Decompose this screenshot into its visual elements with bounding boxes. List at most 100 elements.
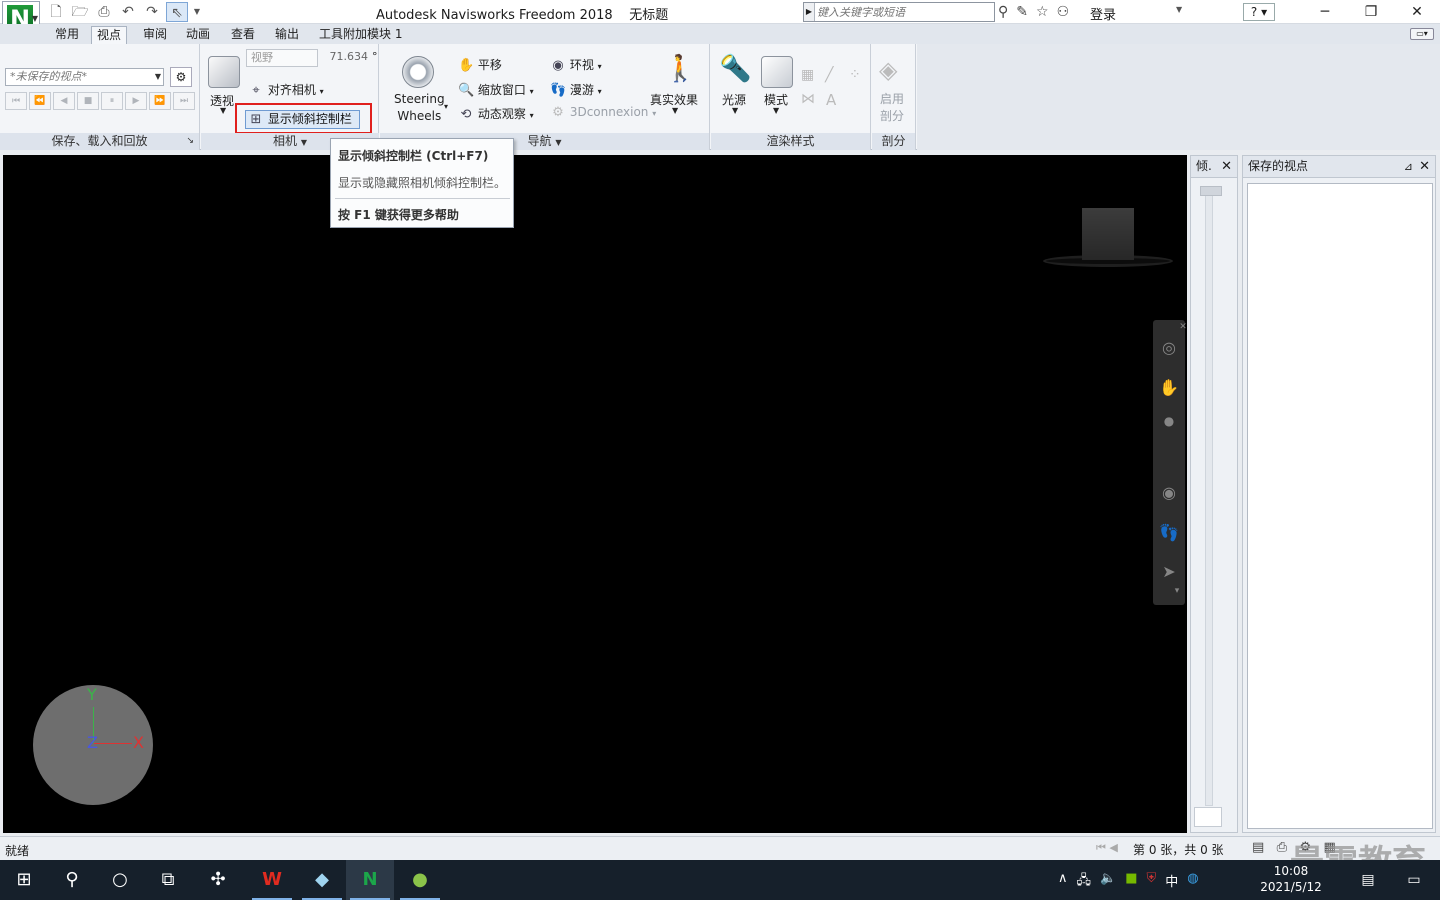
snap-points-icon[interactable]: ⋈ [801, 91, 815, 107]
pin-icon[interactable]: ⊿ [1404, 156, 1413, 177]
pan-hand-icon[interactable]: ✋ [1159, 378, 1179, 397]
binoculars-icon[interactable]: ⚲ [998, 3, 1008, 21]
render-mode-cube-icon[interactable] [761, 56, 793, 88]
redo-icon[interactable]: ↷ [142, 2, 162, 22]
tab-home[interactable]: 常用 [50, 26, 84, 44]
user-icon[interactable]: ⚇ [1057, 3, 1070, 21]
viewpoint-combo[interactable]: *未保存的视点* ▼ [5, 68, 164, 86]
communication-icon[interactable]: ✎ [1016, 3, 1028, 21]
lighting-dropdown-icon[interactable]: ▼ [732, 106, 738, 115]
login-dropdown-icon[interactable]: ▼ [1176, 5, 1182, 14]
pause-icon[interactable]: ⏸ [101, 92, 123, 110]
3d-viewport[interactable]: ✕ ◎ ✋ ● ◉ 👣 ➤ ▾ Y X Z [3, 155, 1187, 833]
last-frame-icon[interactable]: ⏭ [173, 92, 195, 110]
tilt-slider-thumb[interactable] [1200, 186, 1222, 196]
security-shield-icon[interactable]: ⛨ [1147, 871, 1157, 893]
render-mode-dropdown-icon[interactable]: ▼ [773, 106, 779, 115]
perspective-dropdown-icon[interactable]: ▼ [220, 106, 226, 115]
human-figure-icon[interactable]: 🚶 [664, 54, 696, 84]
login-link[interactable]: 登录 [1090, 4, 1116, 23]
points-icon[interactable]: ⁘ [849, 67, 861, 83]
step-forward-icon[interactable]: ⏩ [149, 92, 171, 110]
tab-animation[interactable]: 动画 [181, 26, 215, 44]
look-around-button[interactable]: ◉ 环视 ▾ [550, 56, 601, 73]
tab-review[interactable]: 审阅 [138, 26, 172, 44]
new-file-icon[interactable]: 🗋 [46, 2, 66, 22]
walk-button[interactable]: 👣 漫游 ▾ [550, 81, 602, 98]
align-camera-button[interactable]: ⌖ 对齐相机 ▾ [248, 81, 323, 98]
show-tilt-bar-button[interactable]: ⊞ 显示倾斜控制栏 [245, 110, 360, 129]
windows-start-icon[interactable]: ⊞ [0, 860, 48, 900]
close-icon[interactable]: ✕ [1419, 156, 1430, 177]
step-back-icon[interactable]: ⏪ [29, 92, 51, 110]
section-plane-icon[interactable]: ◈ [879, 56, 897, 84]
steering-dropdown-icon[interactable]: ▾ [444, 102, 448, 111]
action-center-icon[interactable]: ▭ [1390, 860, 1438, 900]
nvidia-icon[interactable]: ■ [1125, 871, 1137, 893]
walk-footprints-icon[interactable]: 👣 [1159, 523, 1179, 542]
help-button[interactable]: ? ▾ [1243, 3, 1275, 21]
volume-icon[interactable]: 🔈 [1100, 871, 1116, 893]
play-reverse-icon[interactable]: ◀ [53, 92, 75, 110]
task-view-icon[interactable]: ⧉ [144, 860, 192, 900]
pan-button[interactable]: ✋ 平移 [458, 56, 502, 73]
qat-dropdown-icon[interactable]: ▼ [192, 2, 202, 22]
fov-value-input[interactable]: 71.634 [322, 49, 369, 67]
system-clock[interactable]: 10:08 2021/5/12 [1258, 863, 1324, 895]
qq-icon[interactable]: ◍ [1187, 871, 1198, 893]
dialog-launcher-icon[interactable]: ↘ [186, 133, 194, 150]
stop-icon[interactable]: ■ [77, 92, 99, 110]
tab-view[interactable]: 查看 [226, 26, 260, 44]
tilt-slider-track[interactable] [1205, 186, 1213, 806]
zoom-window-button[interactable]: 🔍 缩放窗口 ▾ [458, 81, 534, 98]
orbit-button[interactable]: ⟲ 动态观察 ▾ [458, 105, 534, 122]
text-icon[interactable]: A [826, 91, 836, 109]
minimize-button[interactable]: ─ [1302, 0, 1348, 24]
undo-icon[interactable]: ↶ [118, 2, 138, 22]
drawing-app-icon[interactable]: ◆ [298, 860, 346, 900]
print-icon[interactable]: ⎙ [94, 2, 114, 22]
wps-app-icon[interactable]: W [248, 860, 296, 900]
network-icon[interactable]: 🖧 [1077, 871, 1092, 893]
close-icon[interactable]: ✕ [1221, 156, 1232, 177]
surfaces-icon[interactable]: ▦ [801, 67, 814, 83]
zoom-dot-icon[interactable]: ● [1159, 414, 1179, 428]
steering-wheels-icon[interactable] [402, 56, 434, 88]
tray-expand-icon[interactable]: ∧ [1058, 871, 1068, 893]
notification-badge-icon[interactable]: ▤ [1344, 860, 1392, 900]
look-eye-icon[interactable]: ◉ [1159, 483, 1179, 502]
restore-button[interactable]: ❐ [1348, 0, 1394, 24]
enable-sectioning-button[interactable]: 启用 剖分 [880, 91, 904, 125]
viewcube[interactable] [1082, 208, 1134, 260]
tab-viewpoint[interactable]: 视点 [91, 26, 128, 44]
steering-wheels-button[interactable]: Steering Wheels [394, 91, 445, 125]
cortana-icon[interactable]: ○ [96, 860, 144, 900]
3dconnexion-button[interactable]: ⚙ 3Dconnexion ▾ [550, 105, 656, 120]
play-icon[interactable]: ▶ [125, 92, 147, 110]
search-input[interactable] [817, 3, 993, 21]
sheet-prev-icons[interactable]: ⏮ ◀ [1096, 841, 1118, 855]
search-expand-icon[interactable]: ▶ [804, 3, 815, 21]
save-panel-title[interactable]: 保存、载入和回放 ↘ [0, 133, 199, 150]
navbar-options-icon[interactable]: ▾ [1167, 586, 1187, 596]
flashlight-icon[interactable]: 🔦 [719, 54, 751, 84]
favorites-star-icon[interactable]: ☆ [1036, 3, 1049, 21]
search-icon[interactable]: ⚲ [48, 860, 96, 900]
lines-icon[interactable]: ╱ [825, 67, 833, 83]
pinwheel-app-icon[interactable]: ✣ [194, 860, 242, 900]
open-file-icon[interactable]: 🗁 [70, 2, 90, 22]
steering-wheel-nav-icon[interactable]: ◎ [1159, 338, 1179, 357]
green-app-icon[interactable]: ● [396, 860, 444, 900]
tilt-value-box[interactable] [1194, 807, 1222, 827]
realism-dropdown-icon[interactable]: ▼ [672, 106, 678, 115]
ribbon-minimize-icon[interactable]: ▭▾ [1410, 28, 1434, 40]
tab-output[interactable]: 输出 [270, 26, 304, 44]
select-pointer-icon[interactable]: ⇖ [166, 2, 188, 22]
perspective-icon[interactable] [208, 56, 240, 88]
select-arrow-icon[interactable]: ➤ [1159, 562, 1179, 581]
ime-indicator[interactable]: 中 [1165, 871, 1178, 893]
first-frame-icon[interactable]: ⏮ [5, 92, 27, 110]
saved-viewpoints-list[interactable] [1247, 183, 1433, 829]
navisworks-taskbar-icon[interactable]: N [346, 860, 394, 900]
manage-viewpoints-icon[interactable]: ⚙ [170, 67, 192, 87]
